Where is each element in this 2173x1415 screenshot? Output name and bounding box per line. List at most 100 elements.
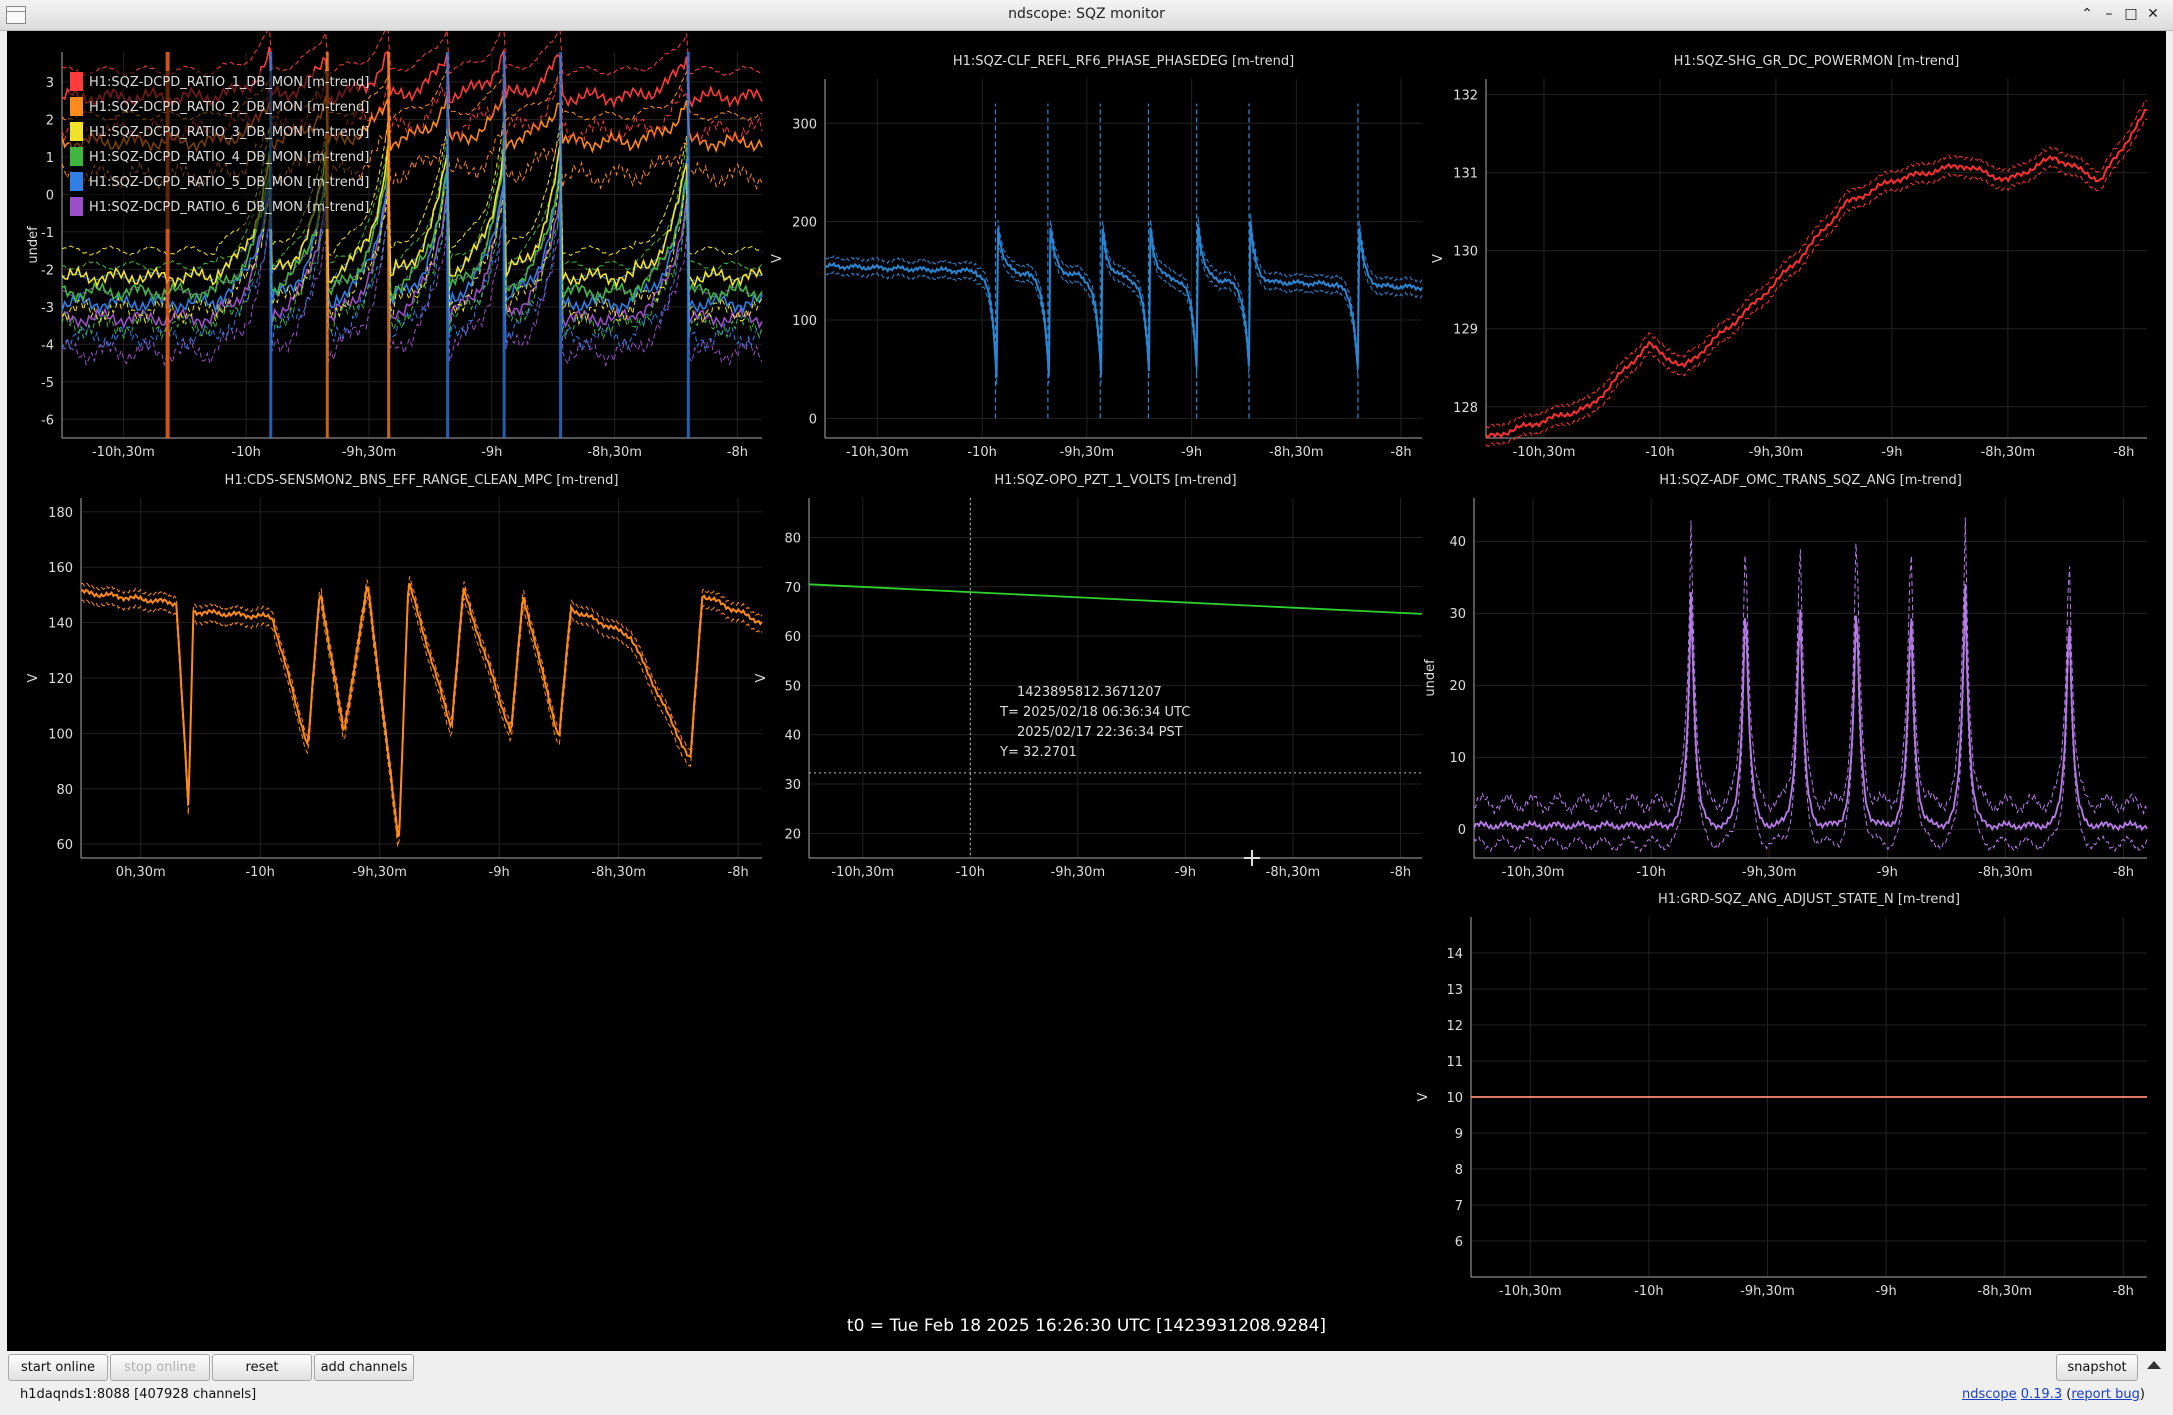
y-tick-label: 40 [784, 729, 801, 744]
snapshot-button[interactable]: snapshot [2056, 1354, 2138, 1381]
version-link[interactable]: 0.19.3 [2021, 1387, 2062, 1402]
series-line [824, 221, 1423, 378]
y-tick-label: 120 [48, 672, 73, 687]
y-tick-label: 140 [48, 617, 73, 632]
stop-online-label: stop online [124, 1360, 196, 1375]
x-tick-label: -9h [1181, 445, 1202, 460]
y-tick-label: 14 [1446, 947, 1463, 962]
legend-swatch [70, 197, 83, 216]
y-tick-label: 0 [46, 188, 54, 203]
x-tick-label: -9h,30m [1060, 445, 1115, 460]
close-icon[interactable]: ✕ [2142, 3, 2164, 25]
x-tick-label: -8h,30m [1266, 865, 1321, 880]
start-online-button[interactable]: start online [8, 1354, 108, 1381]
plots-canvas[interactable]: -10h,30m -10h -9h,30m -9h -8h,30m -8h 3 2 1 0 -1 -2… [7, 22, 2166, 1351]
y-tick-label: 6 [1455, 1235, 1463, 1250]
legend-swatch [70, 172, 83, 191]
minimize-icon[interactable]: – [2098, 3, 2120, 25]
y-tick-label: 50 [784, 679, 801, 694]
y-axis-label: undef [1423, 659, 1438, 697]
y-tick-label: 100 [792, 314, 817, 329]
y-tick-label: 160 [48, 561, 73, 576]
y-tick-label: 30 [1449, 607, 1466, 622]
cursor-readout-pst: 2025/02/17 22:36:34 PST [1017, 725, 1183, 740]
y-tick-label: 20 [784, 827, 801, 842]
stop-online-button[interactable]: stop online [110, 1354, 210, 1381]
x-tick-label: -9h,30m [1742, 865, 1797, 880]
y-tick-label: -5 [41, 376, 54, 391]
x-tick-label: -9h,30m [1740, 1284, 1795, 1299]
x-tick-label: -10h [231, 445, 260, 460]
report-bug-link[interactable]: report bug [2071, 1387, 2140, 1402]
y-axis-label: V [1431, 254, 1446, 263]
plot-grd: -10h,30m -10h -9h,30m -9h -8h,30m -8h 14 13 12 11… [1416, 892, 2147, 1299]
plot-title: H1:SQZ-ADF_OMC_TRANS_SQZ_ANG [m-trend] [1659, 473, 1962, 488]
y-tick-label: 20 [1449, 679, 1466, 694]
plot-opo: -10h,30m -10h -9h,30m -9h -8h,30m -8h 80 70 60 50… [754, 473, 1423, 880]
title-bar: ndscope: SQZ monitor ⌃ – □ ✕ [0, 0, 2173, 31]
x-tick-label: -10h,30m [831, 865, 894, 880]
legend-swatch [70, 72, 83, 91]
plot-adf: -10h,30m -10h -9h,30m -9h -8h,30m -8h 40 30 20 10… [1423, 473, 2148, 880]
y-tick-label: 132 [1453, 89, 1478, 104]
x-tick-label: -9h [481, 445, 502, 460]
x-tick-label: -9h [1881, 445, 1902, 460]
ndscope-link[interactable]: ndscope [1962, 1387, 2017, 1402]
server-status: h1daqnds1:8088 [407928 channels] [20, 1387, 257, 1402]
x-tick-label: -8h,30m [1977, 1284, 2032, 1299]
x-tick-label: -9h [1877, 865, 1898, 880]
y-axis-label: V [770, 254, 785, 263]
y-tick-label: 100 [48, 727, 73, 742]
cursor-readout-gps: 1423895812.3671207 [1017, 685, 1162, 700]
y-tick-label: 129 [1453, 323, 1478, 338]
x-tick-label: -10h [1645, 445, 1674, 460]
y-axis-label: V [26, 673, 41, 682]
y-tick-label: 7 [1455, 1199, 1463, 1214]
reset-button[interactable]: reset [212, 1354, 312, 1381]
x-tick-label: -10h,30m [846, 445, 909, 460]
mouse-crosshair-icon [1244, 850, 1260, 866]
add-channels-button[interactable]: add channels [314, 1354, 414, 1381]
y-tick-label: 180 [48, 506, 73, 521]
x-tick-label: -8h [2113, 1284, 2134, 1299]
x-tick-label: -9h [1875, 1284, 1896, 1299]
legend-label: H1:SQZ-DCPD_RATIO_1_DB_MON [m-trend] [89, 75, 369, 90]
maximize-icon[interactable]: □ [2120, 3, 2142, 25]
plot-cds: 0h,30m -10h -9h,30m -9h -8h,30m -8h 180 160 140 1… [26, 473, 763, 880]
plot-shg: -10h,30m -10h -9h,30m -9h -8h,30m -8h 132 131 13… [1431, 54, 2148, 460]
x-tick-label: 0h,30m [116, 865, 166, 880]
y-tick-label: 200 [792, 216, 817, 231]
y-tick-label: -1 [41, 226, 54, 241]
legend-label: H1:SQZ-DCPD_RATIO_4_DB_MON [m-trend] [89, 150, 369, 165]
y-tick-label: -2 [41, 263, 54, 278]
y-tick-label: 70 [784, 581, 801, 596]
x-tick-label: -8h,30m [1981, 445, 2036, 460]
series-line [1485, 108, 2148, 440]
expand-icon[interactable] [2147, 1361, 2161, 1369]
y-tick-label: 30 [784, 778, 801, 793]
y-tick-label: 11 [1446, 1055, 1463, 1070]
x-tick-label: -8h [2113, 865, 2134, 880]
legend-swatch [70, 122, 83, 141]
collapse-icon[interactable]: ⌃ [2076, 3, 2098, 25]
y-axis-label: undef [26, 226, 41, 264]
y-tick-label: 60 [784, 630, 801, 645]
x-tick-label: -10h,30m [92, 445, 155, 460]
x-tick-label: -10h [1636, 865, 1665, 880]
y-tick-label: 1 [46, 151, 54, 166]
y-tick-label: -4 [41, 338, 54, 353]
y-tick-label: 3 [46, 76, 54, 91]
y-tick-label: 128 [1453, 401, 1478, 416]
version-info: ndscope 0.19.3 (report bug) [1961, 1387, 2145, 1402]
plot-title: H1:SQZ-SHG_GR_DC_POWERMON [m-trend] [1674, 54, 1960, 69]
series-line [808, 583, 1423, 615]
cursor-readout-utc: T= 2025/02/18 06:36:34 UTC [999, 705, 1190, 720]
series-max-line [1473, 517, 2148, 816]
y-tick-label: 9 [1455, 1127, 1463, 1142]
y-axis-label: V [754, 673, 769, 682]
y-tick-label: -3 [41, 301, 54, 316]
plot-title: H1:SQZ-OPO_PZT_1_VOLTS [m-trend] [994, 473, 1236, 488]
x-tick-label: -9h,30m [342, 445, 397, 460]
y-tick-label: 2 [46, 113, 54, 128]
x-tick-label: -8h [2113, 445, 2134, 460]
